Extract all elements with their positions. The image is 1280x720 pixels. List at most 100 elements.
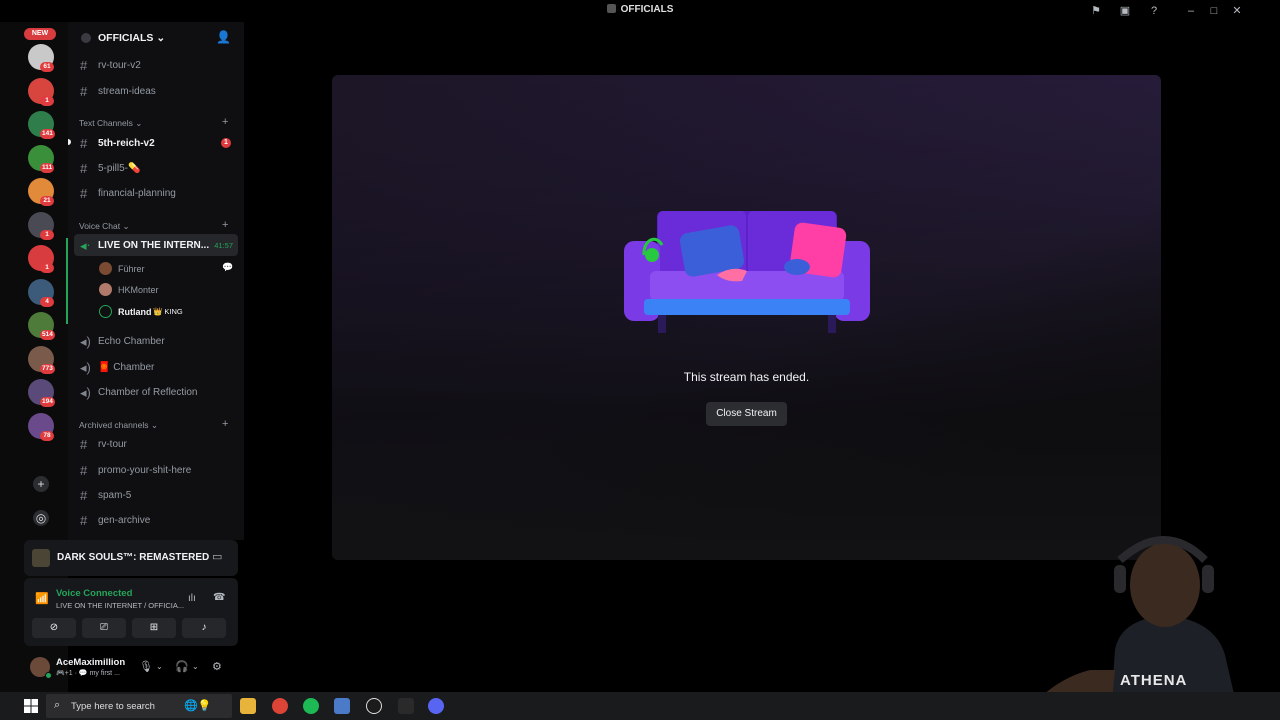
voice-channel-chamber-of-reflection[interactable]: ◂) Chamber of Reflection: [74, 381, 238, 403]
channel-spam-5[interactable]: # spam-5: [74, 484, 238, 506]
hash-icon: #: [80, 84, 88, 99]
activities-button[interactable]: ⊞: [132, 618, 176, 638]
add-channel-icon[interactable]: +: [222, 116, 228, 128]
channel-stream-ideas[interactable]: # stream-ideas: [74, 80, 238, 102]
add-server-icon[interactable]: +: [33, 476, 49, 492]
invite-icon[interactable]: 👤: [216, 30, 231, 44]
server-name: OFFICIALS ⌄: [98, 32, 166, 44]
hash-icon: #: [80, 58, 88, 73]
server-badge: 4: [40, 296, 54, 307]
unread-indicator: [68, 139, 71, 145]
hash-icon: #: [80, 488, 88, 503]
channel-5th-reich-v2[interactable]: # 5th-reich-v2 1: [74, 132, 238, 154]
screen-share-button[interactable]: ⎚: [82, 618, 126, 638]
server-badge: 1: [40, 95, 54, 106]
add-voice-channel-icon[interactable]: +: [222, 219, 228, 231]
couch-illustration: [624, 211, 870, 333]
hash-icon: #: [80, 513, 88, 528]
category-voice-chat[interactable]: Voice Chat ⌄: [79, 221, 130, 232]
minimize-button[interactable]: –: [1183, 3, 1199, 19]
channel-financial-planning[interactable]: # financial-planning: [74, 182, 238, 204]
channel-rv-tour[interactable]: # rv-tour: [74, 433, 238, 455]
game-app-icon[interactable]: [398, 698, 414, 714]
category-text-channels[interactable]: Text Channels ⌄: [79, 118, 142, 129]
voice-user[interactable]: Rutland 👑 KING: [96, 303, 236, 321]
voice-channel-path[interactable]: LIVE ON THE INTERNET / OFFICIA...: [56, 601, 184, 610]
voice-channel-chamber[interactable]: ◂) 🧧 Chamber: [74, 356, 238, 378]
flag-icon[interactable]: ⚑: [1089, 4, 1103, 18]
channel-promo-your-shit-here[interactable]: # promo-your-shit-here: [74, 459, 238, 481]
hash-icon: #: [80, 437, 88, 452]
maximize-button[interactable]: □: [1206, 3, 1222, 19]
chat-bubble-icon: 💬: [222, 262, 234, 272]
server-badge: 21: [40, 196, 54, 206]
hash-icon: #: [80, 463, 88, 478]
server-icon: [606, 4, 616, 13]
close-stream-button[interactable]: Close Stream: [706, 402, 787, 426]
server-badge: 194: [40, 397, 55, 407]
chrome-icon[interactable]: [272, 698, 288, 714]
svg-text:ATHENA: ATHENA: [1120, 672, 1187, 689]
headphones-icon[interactable]: 🎧: [175, 660, 189, 673]
custom-status: 🎮+1 · 💬 my first ...: [56, 670, 120, 677]
webcam-overlay: ATHENA: [1020, 536, 1240, 720]
microphone-icon[interactable]: 🎙: [139, 660, 153, 673]
server-badge: 61: [40, 62, 54, 72]
role-tag: 👑 KING: [153, 307, 183, 316]
stream-viewer: This stream has ended. Close Stream: [332, 75, 1161, 560]
voice-user[interactable]: Führer 💬: [96, 260, 236, 278]
speaker-icon: ◂): [80, 334, 91, 349]
signal-icon[interactable]: 📶: [35, 592, 49, 605]
game-icon: [32, 549, 50, 567]
file-explorer-icon[interactable]: [240, 698, 256, 714]
user-panel: AceMaximillion 🎮+1 · 💬 my first ... 🎙 ⌄ …: [24, 648, 238, 688]
window-title: OFFICIALS: [0, 4, 1280, 15]
camera-off-button[interactable]: ⊘: [32, 618, 76, 638]
channel-5-pill5[interactable]: # 5-pill5-💊: [74, 157, 238, 179]
speaker-icon: ◂): [80, 360, 91, 375]
search-highlight-icon: 🌐💡: [184, 700, 212, 712]
discord-icon[interactable]: [428, 698, 444, 714]
server-header[interactable]: OFFICIALS ⌄ 👤: [68, 22, 244, 54]
screen-share-icon[interactable]: ▭: [212, 550, 222, 563]
avatar: [99, 283, 112, 296]
server-badge: 1: [40, 263, 54, 273]
channel-rv-tour-v2[interactable]: # rv-tour-v2: [74, 54, 238, 76]
chevron-down-icon[interactable]: ⌄: [156, 662, 163, 671]
activity-panel[interactable]: DARK SOULS™: REMASTERED ▭: [24, 540, 238, 576]
server-badge: 141: [40, 129, 55, 139]
online-status: [45, 672, 52, 679]
stream-ended-message: This stream has ended.: [683, 370, 810, 384]
voice-channel-echo-chamber[interactable]: ◂) Echo Chamber: [74, 330, 238, 352]
soundboard-button[interactable]: ♪: [182, 618, 226, 638]
avatar: [99, 262, 112, 275]
voice-live-icon: ◂ᐧ: [80, 238, 90, 253]
hash-icon: #: [80, 186, 88, 201]
spotify-icon[interactable]: [303, 698, 319, 714]
new-badge: NEW: [24, 28, 56, 40]
taskbar-search[interactable]: ⌕ Type here to search 🌐💡: [46, 694, 232, 718]
inbox-icon[interactable]: ▣: [1118, 4, 1132, 18]
app-icon[interactable]: [334, 698, 350, 714]
close-window-button[interactable]: ✕: [1229, 3, 1245, 19]
help-icon[interactable]: ?: [1147, 4, 1161, 18]
noise-suppression-icon[interactable]: ılı: [188, 593, 196, 604]
discover-icon[interactable]: ◎: [33, 510, 49, 526]
server-badge: 78: [40, 430, 54, 441]
voice-status[interactable]: Voice Connected: [56, 588, 132, 599]
add-archived-channel-icon[interactable]: +: [222, 418, 228, 430]
chevron-down-icon[interactable]: ⌄: [192, 662, 199, 671]
disconnect-icon[interactable]: ☎: [213, 592, 225, 603]
mention-badge: 1: [221, 138, 231, 148]
voice-user[interactable]: HKMonter: [96, 281, 236, 299]
windows-start-icon[interactable]: [24, 699, 38, 713]
category-archived-channels[interactable]: Archived channels ⌄: [79, 420, 158, 431]
channel-gen-archive[interactable]: # gen-archive: [74, 509, 238, 531]
username[interactable]: AceMaximillion: [56, 657, 125, 668]
speaker-icon: ◂): [80, 385, 91, 400]
obs-icon[interactable]: [366, 698, 382, 714]
voice-channel-live[interactable]: ◂ᐧ LIVE ON THE INTERN... 41:57: [74, 234, 238, 256]
title-bar: OFFICIALS ⚑ ▣ ? – □ ✕: [0, 0, 1280, 22]
settings-gear-icon[interactable]: ⚙: [212, 660, 222, 673]
server-badge: 1: [40, 229, 54, 240]
